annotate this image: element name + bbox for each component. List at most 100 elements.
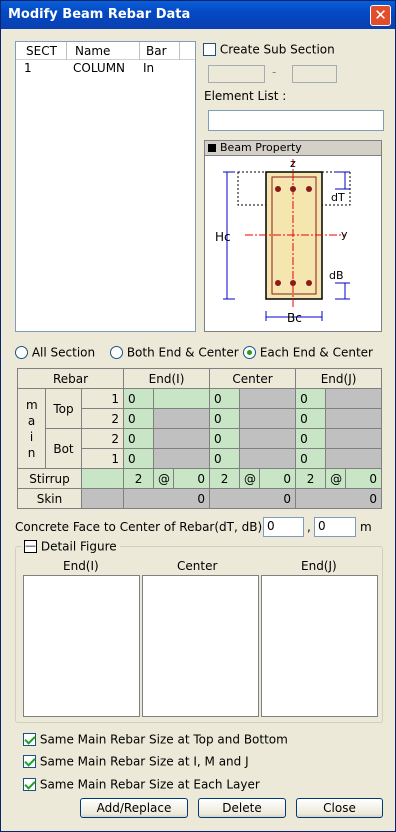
col-header-sect[interactable]: SECT — [26, 44, 57, 58]
layer-label: 2 — [80, 428, 125, 449]
element-list-input[interactable] — [208, 110, 384, 131]
option-same-imj[interactable]: Same Main Rebar Size at I, M and J — [23, 754, 249, 769]
header-end-j: End(J) — [295, 368, 383, 389]
rebar-dot — [275, 280, 281, 286]
create-sub-section-checkbox[interactable]: Create Sub Section — [203, 42, 335, 57]
dialog-window: Modify Beam Rebar Data ✕ SECT Name Bar 1… — [0, 0, 396, 832]
main-bot1-end-i[interactable]: 0 — [123, 448, 155, 469]
option-same-each-layer[interactable]: Same Main Rebar Size at Each Layer — [23, 777, 260, 792]
main-top1-center[interactable]: 0 — [209, 388, 241, 409]
rebar-dot — [290, 186, 296, 192]
stirrup-center-size[interactable]: 2 — [209, 468, 241, 489]
list-item-bar: In — [143, 61, 155, 75]
y-label: y — [341, 228, 348, 241]
z-label: z — [290, 157, 296, 170]
beam-property-panel: Beam Property z y Hc Bc dT dB — [204, 140, 382, 332]
create-sub-section-label: Create Sub Section — [219, 42, 335, 57]
add-replace-button[interactable]: Add/Replace — [80, 798, 188, 818]
stirrup-end-i-spacing[interactable]: 0 — [173, 468, 211, 489]
dt-input[interactable]: 0 — [263, 517, 304, 537]
hc-label: Hc — [215, 230, 231, 244]
detail-figure-end-j — [261, 575, 378, 717]
element-list-label: Element List : — [204, 89, 287, 103]
col-header-bar[interactable]: Bar — [146, 44, 167, 58]
main-bot2-end-j[interactable]: 0 — [295, 428, 327, 449]
detail-figure-header: — Detail Figure — [21, 539, 120, 554]
detail-figure-title: Detail Figure — [40, 539, 117, 554]
stirrup-label: Stirrup — [17, 468, 82, 489]
dt-db-separator: , — [307, 520, 311, 534]
close-icon[interactable]: ✕ — [370, 5, 391, 26]
radio-all-section[interactable]: All Section — [15, 345, 95, 360]
skin-center[interactable]: 0 — [209, 488, 297, 509]
main-bot1-center[interactable]: 0 — [209, 448, 241, 469]
beam-property-header: Beam Property — [205, 141, 381, 156]
stirrup-at-symbol: @ — [239, 468, 261, 489]
skin-label: Skin — [17, 488, 82, 509]
close-button[interactable]: Close — [296, 798, 383, 818]
create-sub-section-box[interactable] — [203, 43, 216, 56]
option-same-imj-label: Same Main Rebar Size at I, M and J — [39, 754, 249, 769]
bc-label: Bc — [287, 311, 302, 325]
stirrup-at-symbol: @ — [325, 468, 347, 489]
col-header-name[interactable]: Name — [75, 44, 110, 58]
radio-both-end-center-label: Both End & Center — [126, 345, 239, 360]
main-label: m a i n — [17, 388, 46, 469]
rebar-dot — [306, 186, 312, 192]
layer-label: 2 — [80, 408, 125, 429]
main-top2-end-i[interactable]: 0 — [123, 408, 155, 429]
section-list-header: SECT Name Bar — [16, 42, 195, 60]
title-bar[interactable]: Modify Beam Rebar Data ✕ — [1, 1, 395, 29]
top-label: Top — [45, 388, 82, 429]
header-center: Center — [209, 368, 297, 389]
main-top2-center[interactable]: 0 — [209, 408, 241, 429]
layer-label: 1 — [80, 388, 125, 409]
section-list[interactable]: SECT Name Bar 1 COLUMN In — [15, 41, 196, 332]
stirrup-end-i-size[interactable]: 2 — [123, 468, 155, 489]
beam-property-title: Beam Property — [220, 141, 302, 154]
main-top1-end-i[interactable]: 0 — [123, 388, 155, 409]
header-rebar: Rebar — [16, 368, 125, 389]
main-top2-end-j[interactable]: 0 — [295, 408, 327, 429]
main-bot2-end-i[interactable]: 0 — [123, 428, 155, 449]
bot-label: Bot — [45, 428, 82, 469]
sub-section-to-field[interactable] — [292, 65, 337, 83]
skin-end-j[interactable]: 0 — [295, 488, 383, 509]
concrete-face-label: Concrete Face to Center of Rebar(dT, dB)… — [15, 520, 267, 534]
collapse-icon[interactable]: — — [24, 540, 37, 553]
delete-button[interactable]: Delete — [198, 798, 286, 818]
layer-label: 1 — [80, 448, 125, 469]
stirrup-center-spacing[interactable]: 0 — [259, 468, 297, 489]
option-same-top-bottom[interactable]: Same Main Rebar Size at Top and Bottom — [23, 732, 288, 747]
stirrup-end-j-size[interactable]: 2 — [295, 468, 327, 489]
sub-section-from-field[interactable] — [208, 65, 265, 83]
square-icon — [208, 144, 216, 152]
header-end-i: End(I) — [123, 368, 211, 389]
option-same-top-bottom-label: Same Main Rebar Size at Top and Bottom — [39, 732, 288, 747]
list-item-name: COLUMN — [73, 61, 126, 75]
list-item[interactable]: 1 COLUMN In — [16, 60, 195, 76]
main-bot1-end-j[interactable]: 0 — [295, 448, 327, 469]
stirrup-at-symbol: @ — [153, 468, 175, 489]
radio-each-end-center[interactable]: Each End & Center — [243, 345, 373, 360]
radio-both-end-center[interactable]: Both End & Center — [110, 345, 239, 360]
detail-col-end-j: End(J) — [301, 559, 337, 573]
option-same-each-layer-label: Same Main Rebar Size at Each Layer — [39, 777, 260, 792]
dt-label: dT — [331, 191, 345, 204]
db-input[interactable]: 0 — [314, 517, 356, 537]
main-bot2-center[interactable]: 0 — [209, 428, 241, 449]
skin-end-i[interactable]: 0 — [123, 488, 211, 509]
beam-section-diagram: z y Hc Bc dT dB — [215, 157, 351, 325]
detail-figure-center — [142, 575, 259, 717]
window-title: Modify Beam Rebar Data — [8, 7, 191, 22]
radio-each-end-center-label: Each End & Center — [259, 345, 373, 360]
stirrup-end-j-spacing[interactable]: 0 — [345, 468, 383, 489]
detail-figure-end-i — [23, 575, 140, 717]
list-item-sect: 1 — [24, 61, 32, 75]
sub-section-dash: - — [272, 65, 277, 79]
left-flange-outline — [237, 171, 267, 206]
db-label: dB — [329, 269, 344, 282]
rebar-dot — [275, 186, 281, 192]
detail-col-end-i: End(I) — [63, 559, 99, 573]
main-top1-end-j[interactable]: 0 — [295, 388, 327, 409]
